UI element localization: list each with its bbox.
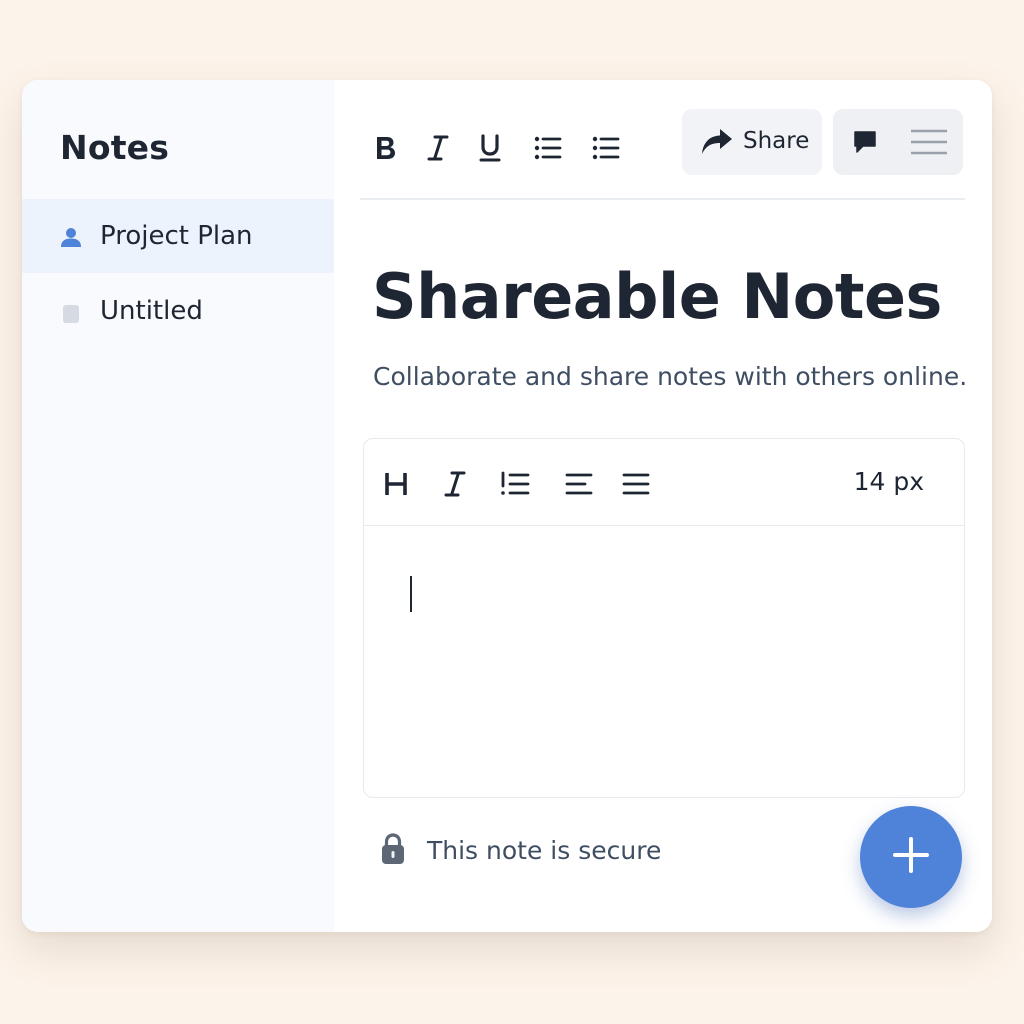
sidebar-item-label: Untitled xyxy=(100,296,203,326)
bulleted-list-button[interactable] xyxy=(586,128,626,168)
heading-icon xyxy=(383,471,409,497)
sidebar: Notes Project Plan Untitled xyxy=(22,80,334,932)
underline-button[interactable] xyxy=(470,128,510,168)
toolbar-button-group xyxy=(833,109,963,175)
add-note-button[interactable] xyxy=(860,806,962,908)
page-title: Shareable Notes xyxy=(372,260,942,333)
share-arrow-icon xyxy=(700,127,734,161)
numbered-list-button[interactable] xyxy=(495,464,535,504)
sidebar-item-untitled[interactable]: Untitled xyxy=(22,274,334,348)
sidebar-title: Notes xyxy=(60,128,170,167)
font-size-value[interactable]: 14 px xyxy=(854,467,924,496)
note-editor: 14 px xyxy=(363,438,965,798)
align-justify-button[interactable] xyxy=(616,464,656,504)
share-label: Share xyxy=(743,128,810,154)
sidebar-item-label: Project Plan xyxy=(100,221,253,251)
italic-icon xyxy=(443,470,467,498)
bold-button[interactable] xyxy=(366,128,406,168)
align-left-icon xyxy=(565,471,593,497)
bulleted-list-button[interactable] xyxy=(528,128,568,168)
italic-icon xyxy=(426,134,450,162)
bold-icon xyxy=(373,134,399,162)
lock-icon xyxy=(380,832,406,870)
notes-app-window: Notes Project Plan Untitled Share Sharea… xyxy=(22,80,992,932)
italic-button[interactable] xyxy=(418,128,458,168)
page-subtitle: Collaborate and share notes with others … xyxy=(373,362,968,391)
document-icon xyxy=(63,305,79,323)
italic-button[interactable] xyxy=(435,464,475,504)
note-text-area[interactable] xyxy=(364,526,964,796)
comment-icon xyxy=(852,129,878,155)
sidebar-item-project-plan[interactable]: Project Plan xyxy=(22,199,334,273)
align-justify-icon xyxy=(622,471,650,497)
toolbar-divider xyxy=(360,198,965,200)
bulleted-list-icon xyxy=(534,135,562,161)
main-panel: Share Shareable Notes Collaborate and sh… xyxy=(334,80,992,932)
editor-toolbar: 14 px xyxy=(364,439,964,526)
menu-icon xyxy=(910,128,948,156)
person-icon xyxy=(60,226,82,248)
align-left-button[interactable] xyxy=(559,464,599,504)
secure-status-text: This note is secure xyxy=(427,836,662,865)
heading-button[interactable] xyxy=(376,464,416,504)
bulleted-list-icon xyxy=(592,135,620,161)
text-caret xyxy=(410,576,412,612)
plus-icon xyxy=(891,835,931,879)
comment-button[interactable] xyxy=(845,122,885,162)
menu-button[interactable] xyxy=(909,122,949,162)
share-button[interactable]: Share xyxy=(682,109,822,175)
numbered-list-icon xyxy=(500,471,530,497)
underline-icon xyxy=(478,133,502,163)
